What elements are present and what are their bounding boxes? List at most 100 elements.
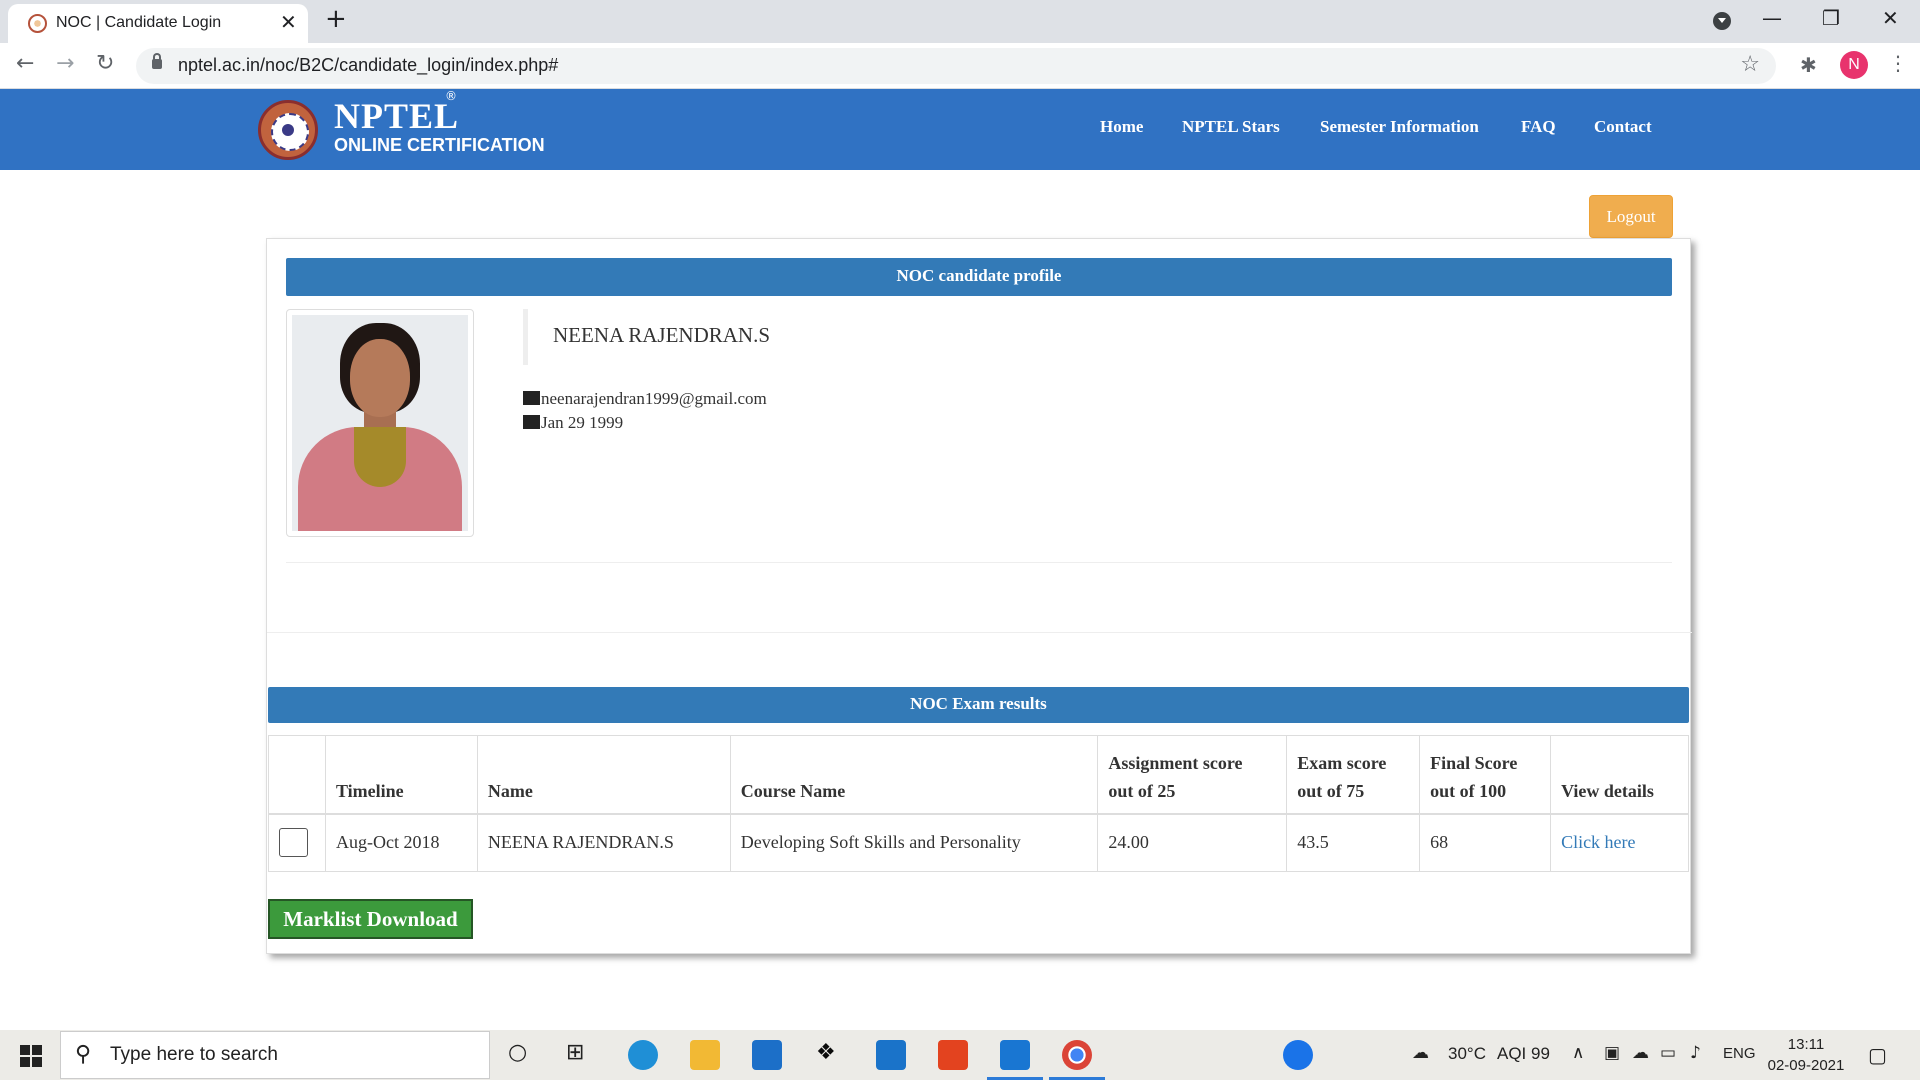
- candidate-name: NEENA RAJENDRAN.S: [553, 323, 771, 347]
- kebab-menu-icon[interactable]: ⋮: [1888, 51, 1908, 75]
- store-icon[interactable]: [876, 1040, 906, 1070]
- logo-subtitle[interactable]: ONLINE CERTIFICATION: [334, 135, 545, 156]
- assignment-cell: 24.00: [1097, 813, 1288, 872]
- windows-taskbar: ⚲ Type here to search ○ ⊞ ❖ ☁ 30°C AQI 9…: [0, 1030, 1920, 1080]
- nav-contact[interactable]: Contact: [1594, 117, 1652, 137]
- browser-tab[interactable]: NOC | Candidate Login ✕: [8, 4, 308, 43]
- weather-aqi[interactable]: AQI 99: [1497, 1044, 1550, 1064]
- search-icon: ⚲: [75, 1042, 92, 1067]
- extensions-icon[interactable]: ✱: [1800, 53, 1817, 77]
- profile-heading: NOC candidate profile: [286, 258, 1672, 296]
- close-window-button[interactable]: ✕: [1882, 6, 1899, 30]
- results-heading: NOC Exam results: [268, 687, 1689, 723]
- taskbar-clock[interactable]: 13:11 02-09-2021: [1766, 1034, 1846, 1076]
- help-icon[interactable]: [1283, 1040, 1313, 1070]
- app-icon[interactable]: [1000, 1040, 1030, 1070]
- dropbox-icon[interactable]: ❖: [816, 1040, 836, 1065]
- nav-faq[interactable]: FAQ: [1521, 117, 1556, 137]
- file-explorer-icon[interactable]: [690, 1040, 720, 1070]
- col-select: [268, 735, 326, 815]
- weather-icon[interactable]: ☁: [1412, 1043, 1429, 1063]
- star-icon[interactable]: ☆: [1740, 52, 1760, 77]
- table-row: Aug-Oct 2018 NEENA RAJENDRAN.S Developin…: [268, 813, 1689, 872]
- minimize-button[interactable]: —: [1762, 6, 1782, 30]
- photo-face: [350, 339, 410, 417]
- language-indicator[interactable]: ENG: [1723, 1045, 1756, 1062]
- lock-icon[interactable]: [152, 53, 162, 69]
- registered-mark: ®: [445, 89, 457, 103]
- windows-start-icon[interactable]: [20, 1045, 42, 1067]
- divider: [267, 632, 1692, 633]
- candidate-photo: [292, 315, 468, 531]
- dob-line: Jan 29 1999: [523, 413, 623, 433]
- logout-button[interactable]: Logout: [1589, 195, 1673, 238]
- final-cell: 68: [1419, 813, 1552, 872]
- view-details-link[interactable]: Click here: [1561, 832, 1635, 852]
- nav-nptel-stars[interactable]: NPTEL Stars: [1182, 117, 1280, 137]
- email-line: neenarajendran1999@gmail.com: [523, 389, 767, 409]
- cortana-icon[interactable]: ○: [508, 1040, 527, 1065]
- reload-icon[interactable]: ↻: [96, 51, 114, 76]
- show-hidden-icons-icon[interactable]: ∧: [1572, 1043, 1584, 1063]
- gift-icon: [523, 415, 540, 429]
- new-tab-button[interactable]: +: [325, 4, 347, 34]
- tab-search-icon[interactable]: [1713, 12, 1731, 30]
- photo-yoke: [354, 427, 406, 487]
- tab-close-icon[interactable]: ✕: [280, 10, 297, 34]
- clock-date: 02-09-2021: [1767, 1057, 1845, 1074]
- candidate-dob: Jan 29 1999: [541, 413, 624, 432]
- browser-toolbar: ← → ↻ nptel.ac.in/noc/B2C/candidate_logi…: [0, 43, 1920, 89]
- name-blockquote: NEENA RAJENDRAN.S: [523, 309, 1023, 365]
- row-checkbox[interactable]: [279, 828, 308, 858]
- address-bar[interactable]: nptel.ac.in/noc/B2C/candidate_login/inde…: [136, 48, 1776, 84]
- marklist-download-button[interactable]: Marklist Download: [268, 899, 473, 939]
- col-exam-score: Exam score out of 75: [1286, 735, 1421, 815]
- col-view-details: View details: [1550, 735, 1689, 815]
- nptel-emblem-icon[interactable]: [258, 100, 318, 160]
- network-icon[interactable]: ▭: [1660, 1043, 1676, 1063]
- url-text[interactable]: nptel.ac.in/noc/B2C/candidate_login/inde…: [178, 55, 558, 76]
- volume-icon[interactable]: ♪: [1690, 1043, 1701, 1063]
- onedrive-icon[interactable]: ☁: [1632, 1043, 1649, 1063]
- forward-arrow-icon[interactable]: →: [56, 51, 74, 76]
- restore-button[interactable]: ❐: [1822, 6, 1840, 30]
- taskbar-search-box[interactable]: ⚲ Type here to search: [60, 1031, 490, 1079]
- name-cell: NEENA RAJENDRAN.S: [476, 813, 731, 872]
- col-course-name: Course Name: [729, 735, 1099, 815]
- logo-title[interactable]: NPTEL: [334, 95, 459, 137]
- exam-cell: 43.5: [1286, 813, 1421, 872]
- nav-semester-information[interactable]: Semester Information: [1320, 117, 1479, 137]
- task-view-icon[interactable]: ⊞: [566, 1040, 584, 1065]
- nptel-favicon-icon: [28, 14, 47, 33]
- mail-icon[interactable]: [752, 1040, 782, 1070]
- site-header: NPTEL ® ONLINE CERTIFICATION Home NPTEL …: [0, 89, 1920, 170]
- col-final-score: Final Score out of 100: [1419, 735, 1552, 815]
- results-table: Timeline Name Course Name Assignment sco…: [268, 735, 1689, 872]
- divider: [286, 562, 1672, 563]
- timeline-cell: Aug-Oct 2018: [324, 813, 478, 872]
- office-icon[interactable]: [938, 1040, 968, 1070]
- envelope-icon: [523, 391, 540, 405]
- taskbar-search-placeholder[interactable]: Type here to search: [110, 1044, 278, 1066]
- table-header-row: Timeline Name Course Name Assignment sco…: [268, 735, 1689, 815]
- nav-home[interactable]: Home: [1100, 117, 1143, 137]
- edge-icon[interactable]: [628, 1040, 658, 1070]
- candidate-photo-frame: [286, 309, 474, 537]
- course-cell: Developing Soft Skills and Personality: [729, 813, 1099, 872]
- chrome-icon[interactable]: [1062, 1040, 1092, 1070]
- col-assignment-score: Assignment score out of 25: [1097, 735, 1288, 815]
- col-timeline: Timeline: [324, 735, 478, 815]
- details-cell: Click here: [1550, 813, 1689, 872]
- back-arrow-icon[interactable]: ←: [16, 51, 34, 76]
- meet-now-icon[interactable]: ▣: [1604, 1043, 1620, 1063]
- clock-time: 13:11: [1787, 1036, 1825, 1053]
- weather-temp[interactable]: 30°C: [1448, 1044, 1486, 1064]
- candidate-panel: NOC candidate profile NEENA RAJENDRAN.S …: [266, 238, 1692, 954]
- profile-avatar[interactable]: N: [1840, 51, 1868, 79]
- tab-title: NOC | Candidate Login: [56, 14, 222, 31]
- select-cell: [268, 813, 326, 872]
- col-name: Name: [476, 735, 731, 815]
- notifications-icon[interactable]: ▢: [1868, 1043, 1887, 1067]
- candidate-email: neenarajendran1999@gmail.com: [541, 389, 767, 408]
- browser-tab-strip: NOC | Candidate Login ✕ + — ❐ ✕: [0, 0, 1920, 43]
